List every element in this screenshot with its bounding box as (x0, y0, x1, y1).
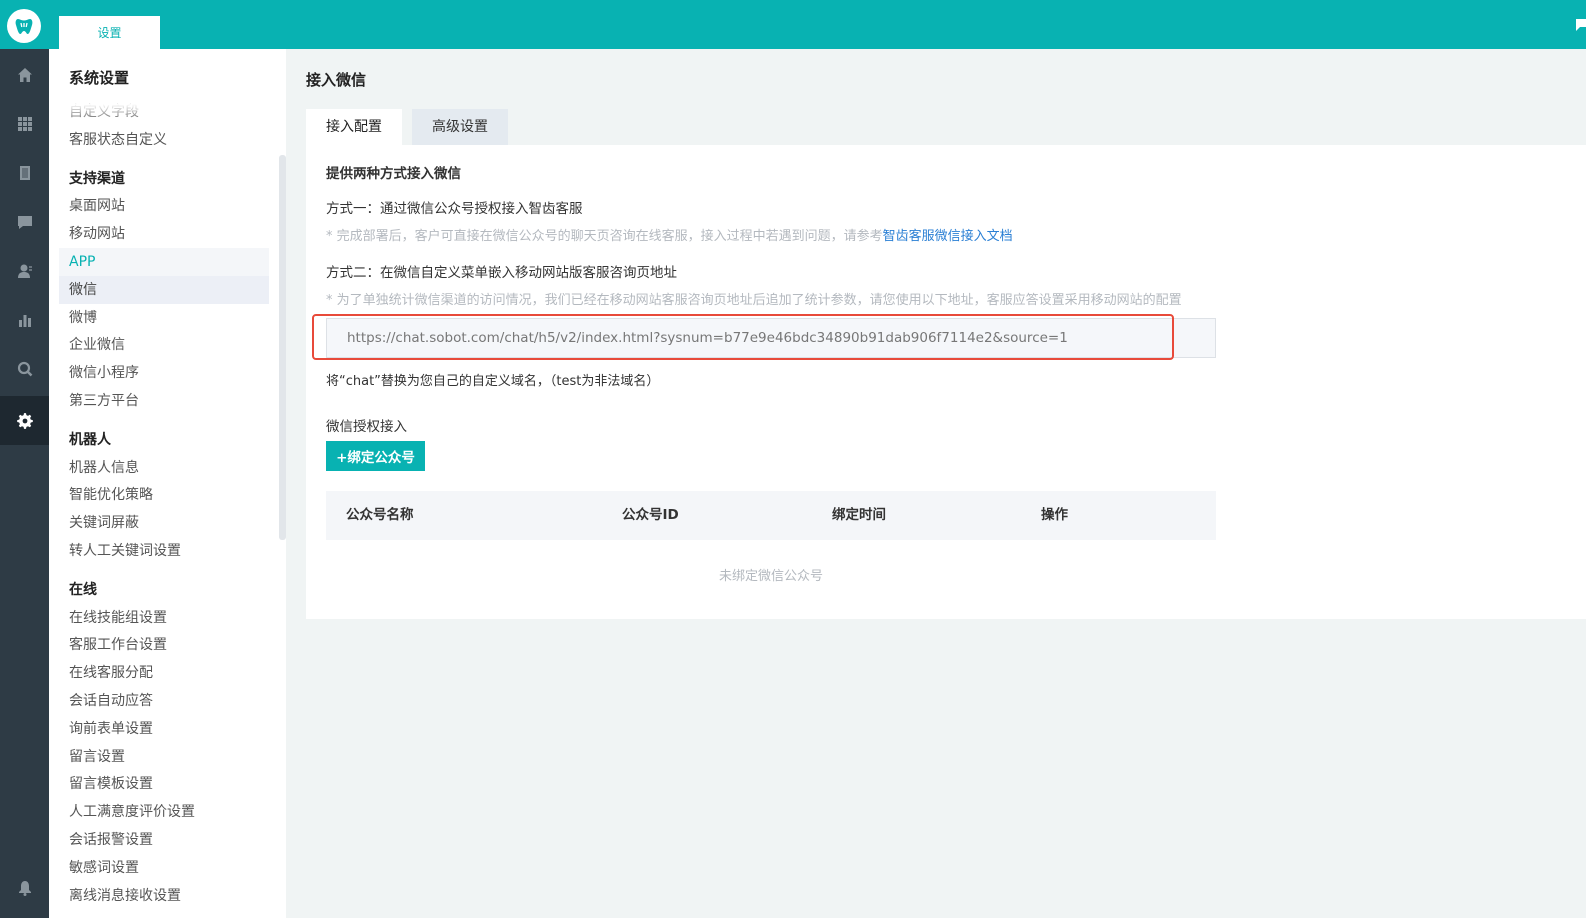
chat-icon[interactable] (0, 197, 49, 246)
bell-icon[interactable] (0, 863, 49, 912)
bind-account-button[interactable]: +绑定公众号 (326, 441, 425, 471)
column-account-id: 公众号ID (622, 507, 679, 523)
sidebar-item-10[interactable]: 第三方平台 (59, 387, 269, 415)
gear-icon[interactable] (0, 396, 49, 445)
page-title: 接入微信 (306, 71, 367, 89)
sidebar-item-1[interactable]: 客服状态自定义 (59, 126, 269, 154)
tab-advanced-settings[interactable]: 高级设置 (412, 109, 508, 145)
method2-title: 方式二：在微信自定义菜单嵌入移动网站版客服咨询页地址 (326, 265, 677, 281)
sidebar-item-4[interactable]: 移动网站 (59, 220, 269, 248)
sidebar-title: 系统设置 (69, 69, 130, 87)
url-highlight-box (312, 314, 1174, 360)
sidebar-item-5[interactable]: APP (59, 248, 269, 276)
auth-section-title: 微信授权接入 (326, 419, 407, 435)
flag-icon[interactable] (1574, 17, 1586, 33)
wechat-doc-link[interactable]: 智齿客服微信接入文档 (883, 229, 1013, 244)
sidebar-item-15[interactable]: 转人工关键词设置 (59, 537, 269, 565)
column-actions: 操作 (1041, 507, 1068, 523)
top-bar: 设置 (0, 0, 1586, 49)
sidebar-item-13[interactable]: 智能优化策略 (59, 481, 269, 509)
apps-icon[interactable] (0, 99, 49, 148)
tab-settings[interactable]: 设置 (59, 16, 160, 49)
main-content: 接入微信 接入配置 高级设置 提供两种方式接入微信 方式一：通过微信公众号授权接… (286, 49, 1586, 918)
sidebar-item-26[interactable]: 敏感词设置 (59, 854, 269, 882)
user-icon[interactable] (0, 246, 49, 295)
sidebar-item-24[interactable]: 人工满意度评价设置 (59, 798, 269, 826)
sidebar-group-11: 机器人 (69, 432, 111, 448)
sidebar-item-22[interactable]: 留言设置 (59, 743, 269, 771)
sidebar-item-27[interactable]: 离线消息接收设置 (59, 882, 269, 910)
sidebar-item-21[interactable]: 询前表单设置 (59, 715, 269, 743)
sidebar-item-6[interactable]: 微信 (59, 276, 269, 304)
sidebar-item-20[interactable]: 会话自动应答 (59, 687, 269, 715)
sidebar-group-2: 支持渠道 (69, 171, 125, 187)
sidebar-item-12[interactable]: 机器人信息 (59, 454, 269, 482)
sidebar-item-3[interactable]: 桌面网站 (59, 192, 269, 220)
method1-hint: * 完成部署后，客户可直接在微信公众号的聊天页咨询在线客服，接入过程中若遇到问题… (326, 225, 1013, 244)
sidebar-group-16: 在线 (69, 582, 97, 598)
sidebar-item-14[interactable]: 关键词屏蔽 (59, 509, 269, 537)
chart-icon[interactable] (0, 295, 49, 344)
method1-hint-text: * 完成部署后，客户可直接在微信公众号的聊天页咨询在线客服，接入过程中若遇到问题… (326, 229, 883, 244)
domain-note: 将“chat”替换为您自己的自定义域名，（test为非法域名） (326, 374, 660, 389)
sidebar-scroll-fade (49, 104, 286, 122)
method2-hint: * 为了单独统计微信渠道的访问情况，我们已经在移动网站客服咨询页地址后追加了统计… (326, 293, 1182, 308)
home-icon[interactable] (0, 50, 49, 99)
sidebar-item-9[interactable]: 微信小程序 (59, 359, 269, 387)
config-panel: 提供两种方式接入微信 方式一：通过微信公众号授权接入智齿客服 * 完成部署后，客… (306, 145, 1586, 619)
method1-title: 方式一：通过微信公众号授权接入智齿客服 (326, 201, 583, 217)
book-icon[interactable] (0, 148, 49, 197)
column-bind-time: 绑定时间 (832, 507, 886, 523)
sidebar-item-25[interactable]: 会话报警设置 (59, 826, 269, 854)
sidebar-item-8[interactable]: 企业微信 (59, 331, 269, 359)
left-icon-nav (0, 49, 49, 918)
sidebar-item-17[interactable]: 在线技能组设置 (59, 604, 269, 632)
accounts-table-header: 公众号名称 公众号ID 绑定时间 操作 (326, 491, 1216, 540)
sidebar-item-7[interactable]: 微博 (59, 304, 269, 332)
sidebar-item-18[interactable]: 客服工作台设置 (59, 631, 269, 659)
sidebar-scrollbar[interactable] (279, 155, 286, 540)
table-empty-text: 未绑定微信公众号 (718, 569, 823, 584)
sidebar-item-19[interactable]: 在线客服分配 (59, 659, 269, 687)
sidebar-item-23[interactable]: 留言模板设置 (59, 770, 269, 798)
tooth-logo-icon[interactable] (7, 9, 41, 43)
column-account-name: 公众号名称 (346, 507, 414, 523)
tab-access-config[interactable]: 接入配置 (306, 109, 402, 145)
search-icon[interactable] (0, 344, 49, 393)
intro-heading: 提供两种方式接入微信 (326, 166, 461, 182)
settings-sidebar: 系统设置 自定义字段客服状态自定义支持渠道桌面网站移动网站APP微信微博企业微信… (49, 49, 286, 918)
